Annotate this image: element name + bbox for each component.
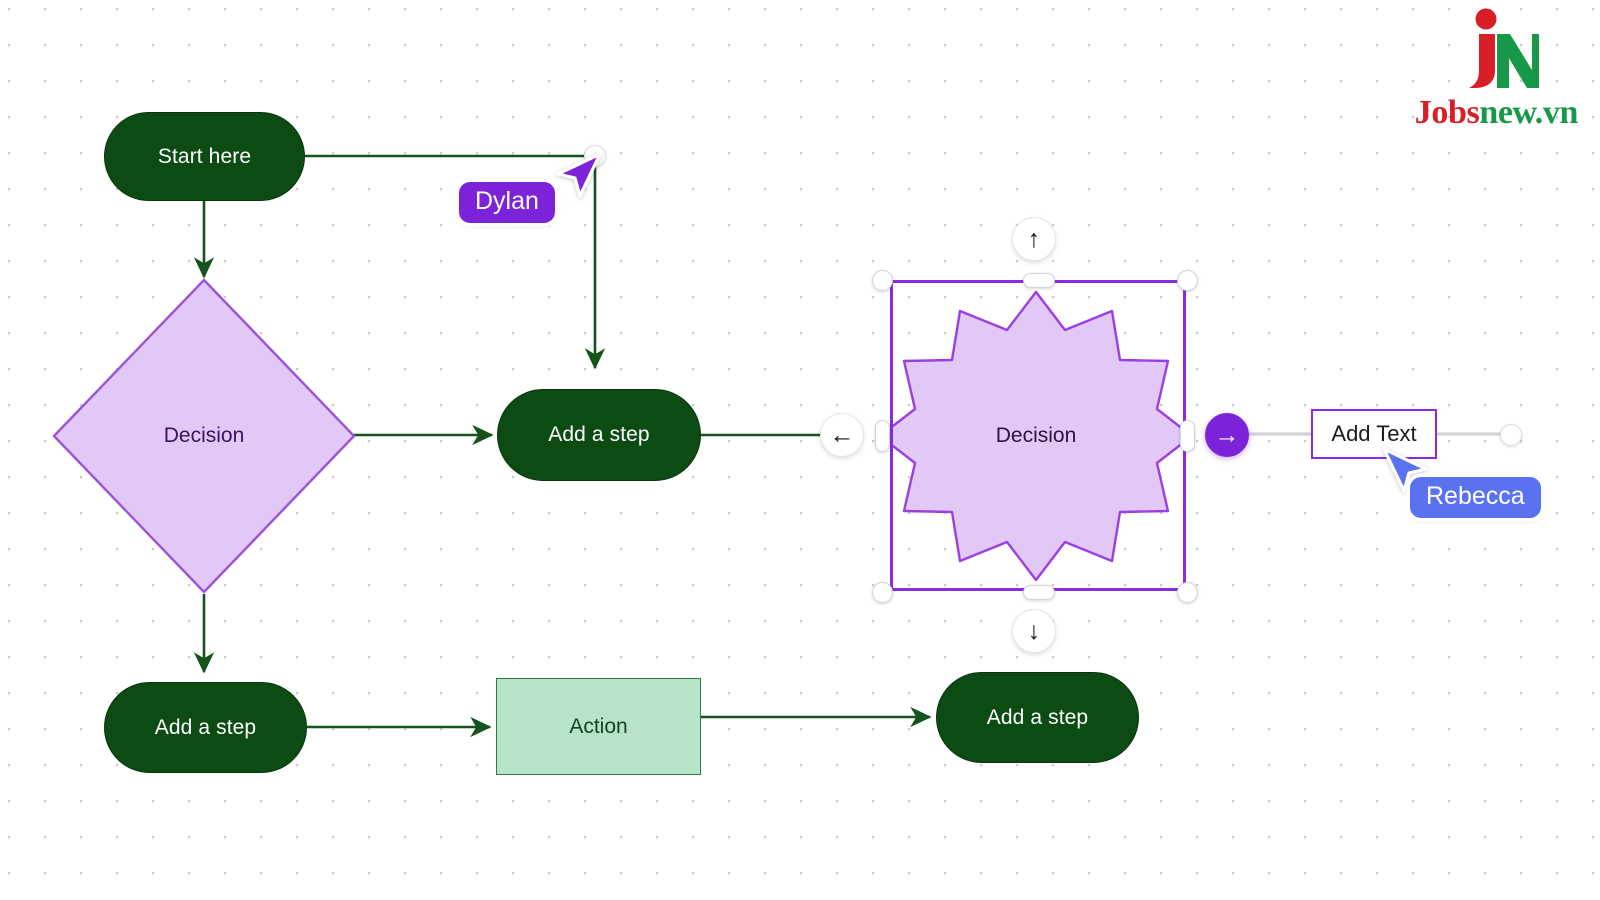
- add-node-up-button[interactable]: ↑: [1012, 217, 1056, 261]
- selection-handle-middle-right[interactable]: [1180, 420, 1195, 452]
- arrow-down-icon: ↓: [1027, 616, 1041, 645]
- add-node-right-button[interactable]: →: [1205, 413, 1249, 457]
- selection-handle-top-left[interactable]: [872, 270, 893, 291]
- node-label: Action: [569, 714, 628, 738]
- arrow-right-icon: →: [1214, 420, 1240, 449]
- selection-handle-middle-left[interactable]: [875, 420, 890, 452]
- selection-box[interactable]: [890, 280, 1186, 591]
- brand-logo: Jobsnew.vn: [1415, 8, 1578, 130]
- node-label: Decision: [163, 424, 245, 447]
- arrow-left-icon: ←: [829, 420, 855, 449]
- cursor-name-badge: Rebecca: [1410, 477, 1541, 518]
- brand-wordmark: Jobsnew.vn: [1414, 94, 1579, 131]
- node-label: Add a step: [986, 705, 1089, 729]
- selection-handle-bottom-left[interactable]: [872, 582, 893, 603]
- cursor-name-badge: Dylan: [459, 182, 555, 223]
- node-add-step-bottom-left[interactable]: Add a step: [104, 682, 307, 773]
- node-start-here[interactable]: Start here: [104, 112, 305, 201]
- jn-monogram-icon: [1469, 8, 1540, 88]
- selection-handle-bottom-right[interactable]: [1177, 582, 1198, 603]
- selection-handle-bottom-center[interactable]: [1023, 585, 1055, 600]
- cursor-name-text: Rebecca: [1426, 482, 1525, 510]
- node-label: Start here: [157, 144, 252, 168]
- connector-endpoint-handle[interactable]: [1500, 424, 1522, 446]
- add-text-label-text: Add Text: [1331, 421, 1417, 446]
- arrow-up-icon: ↑: [1027, 224, 1041, 253]
- cursor-name-text: Dylan: [475, 187, 539, 215]
- brand-word-part-1: Jobs: [1414, 94, 1480, 131]
- node-label: Add a step: [154, 715, 257, 739]
- add-node-down-button[interactable]: ↓: [1012, 609, 1056, 653]
- node-add-step-middle[interactable]: Add a step: [497, 389, 701, 481]
- node-add-step-bottom-right[interactable]: Add a step: [936, 672, 1139, 763]
- node-label: Add a step: [548, 423, 650, 447]
- node-action[interactable]: Action: [496, 678, 701, 775]
- selection-handle-top-right[interactable]: [1177, 270, 1198, 291]
- cursor-pointer-icon: [556, 152, 602, 198]
- node-decision-diamond[interactable]: Decision: [52, 278, 356, 594]
- brand-word-part-2: new.vn: [1479, 94, 1578, 131]
- selection-handle-top-center[interactable]: [1023, 273, 1055, 288]
- add-node-left-button[interactable]: ←: [820, 413, 864, 457]
- flowchart-canvas[interactable]: Start here Decision Add a step Decision …: [0, 0, 1600, 900]
